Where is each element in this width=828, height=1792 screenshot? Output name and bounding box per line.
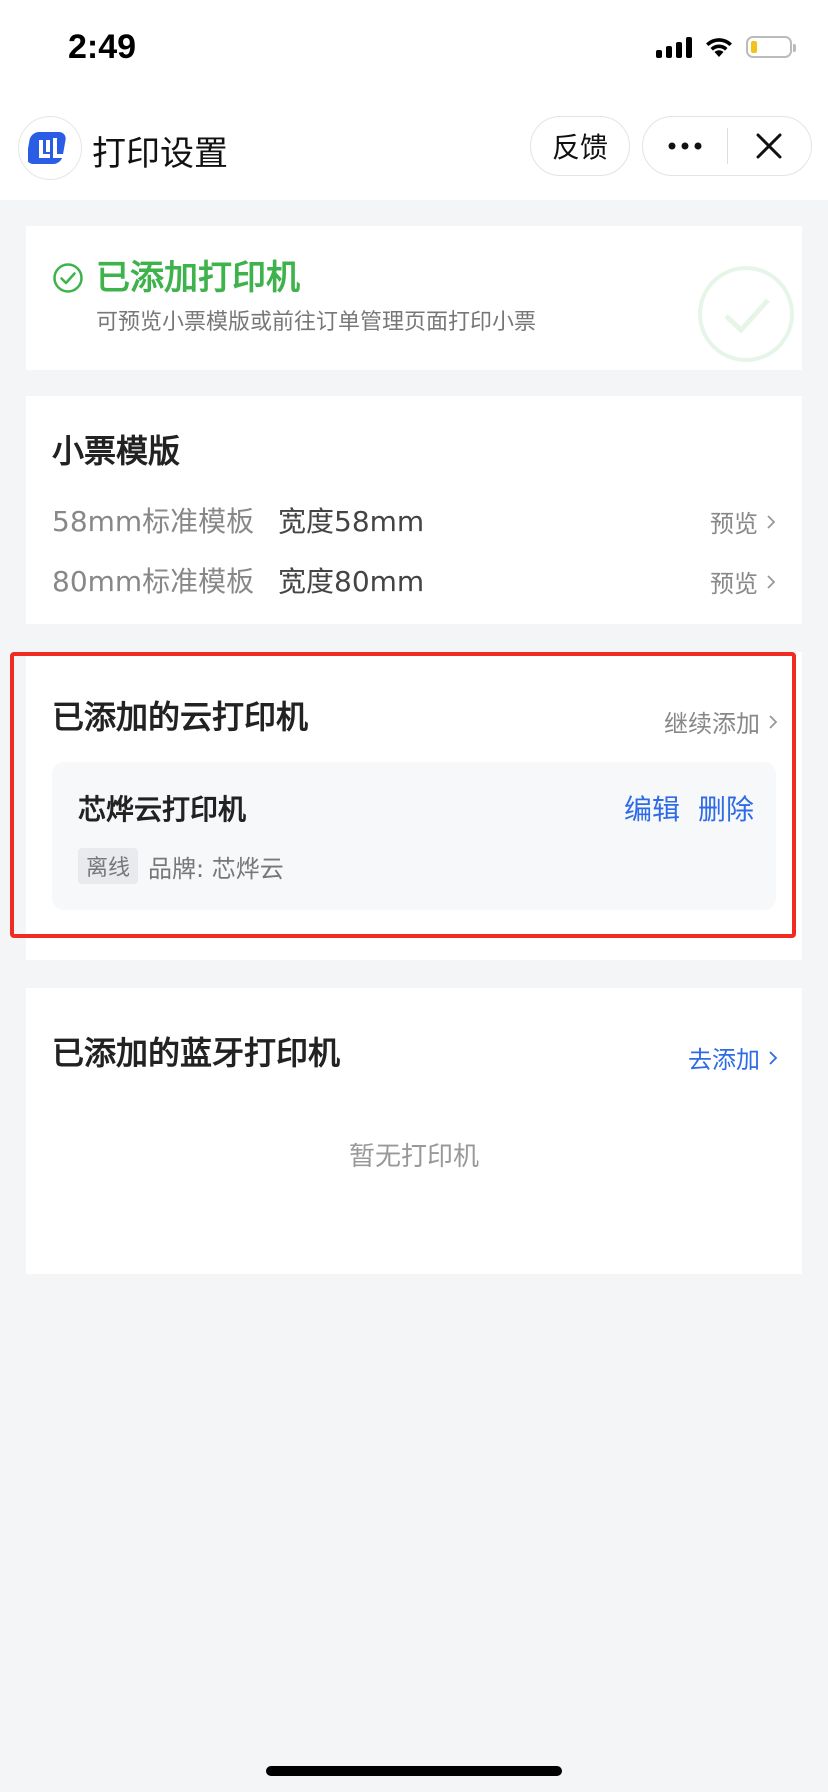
app-logo-icon: [18, 116, 82, 180]
check-circle-icon: [53, 263, 83, 293]
decorative-check-icon: [698, 266, 794, 362]
status-icons: [656, 36, 796, 58]
template-name: 58mm标准模板: [52, 505, 255, 538]
printer-name: 芯烨云打印机: [78, 793, 247, 826]
preview-button[interactable]: 预览: [710, 564, 776, 599]
cloud-printers-card: 已添加的云打印机 继续添加 芯烨云打印机 编辑 删除 离线 品牌: 芯烨云: [26, 652, 802, 960]
status-bar: 2:49: [0, 0, 828, 100]
section-title: 已添加的云打印机: [52, 698, 309, 736]
mini-program-capsule: [642, 116, 812, 176]
chevron-right-icon: [767, 574, 776, 589]
empty-state-text: 暂无打印机: [348, 1142, 479, 1172]
chevron-right-icon: [769, 1050, 778, 1065]
battery-level: [751, 41, 757, 53]
page-title: 打印设置: [92, 134, 228, 174]
status-badge: 离线: [78, 848, 139, 884]
template-row: 58mm标准模板 宽度58mm 预览: [52, 500, 776, 540]
cellular-signal-icon: [656, 36, 692, 58]
template-width: 宽度80mm: [278, 565, 425, 598]
status-subtitle: 可预览小票模版或前往订单管理页面打印小票: [96, 310, 537, 335]
status-title: 已添加打印机: [96, 258, 300, 298]
preview-button[interactable]: 预览: [710, 504, 776, 539]
printer-meta: 离线 品牌: 芯烨云: [78, 848, 284, 884]
continue-add-label: 继续添加: [664, 710, 760, 738]
chevron-right-icon: [769, 714, 778, 729]
template-width: 宽度58mm: [278, 505, 425, 538]
feedback-button[interactable]: 反馈: [530, 116, 630, 176]
nav-bar: 打印设置 反馈: [0, 100, 828, 200]
more-dots-icon: [668, 142, 702, 150]
go-add-label: 去添加: [688, 1046, 760, 1074]
template-name: 80mm标准模板: [52, 565, 255, 598]
close-icon: [756, 133, 782, 159]
continue-add-link[interactable]: 继续添加: [664, 704, 778, 739]
delete-button[interactable]: 删除: [698, 788, 754, 828]
bluetooth-printers-card: 已添加的蓝牙打印机 去添加 暂无打印机: [26, 988, 802, 1274]
printer-actions: 编辑 删除: [624, 788, 754, 828]
wifi-icon: [706, 38, 732, 57]
template-row: 80mm标准模板 宽度80mm 预览: [52, 560, 776, 600]
home-indicator[interactable]: [266, 1766, 562, 1776]
section-title: 已添加的蓝牙打印机: [52, 1034, 341, 1072]
go-add-link[interactable]: 去添加: [688, 1040, 778, 1075]
status-time: 2:49: [68, 28, 137, 66]
receipt-templates-card: 小票模版 58mm标准模板 宽度58mm 预览 80mm标准模板 宽度80mm …: [26, 396, 802, 624]
preview-label: 预览: [710, 570, 758, 598]
battery-icon: [746, 36, 796, 58]
chevron-right-icon: [767, 514, 776, 529]
more-button[interactable]: [643, 117, 727, 175]
printer-status-card: 已添加打印机 可预览小票模版或前往订单管理页面打印小票: [26, 226, 802, 370]
close-button[interactable]: [728, 117, 812, 175]
edit-button[interactable]: 编辑: [624, 788, 680, 828]
printer-list-item: 芯烨云打印机 编辑 删除 离线 品牌: 芯烨云: [52, 762, 776, 910]
printer-brand: 品牌: 芯烨云: [148, 854, 284, 883]
preview-label: 预览: [710, 510, 758, 538]
section-title: 小票模版: [52, 432, 181, 470]
